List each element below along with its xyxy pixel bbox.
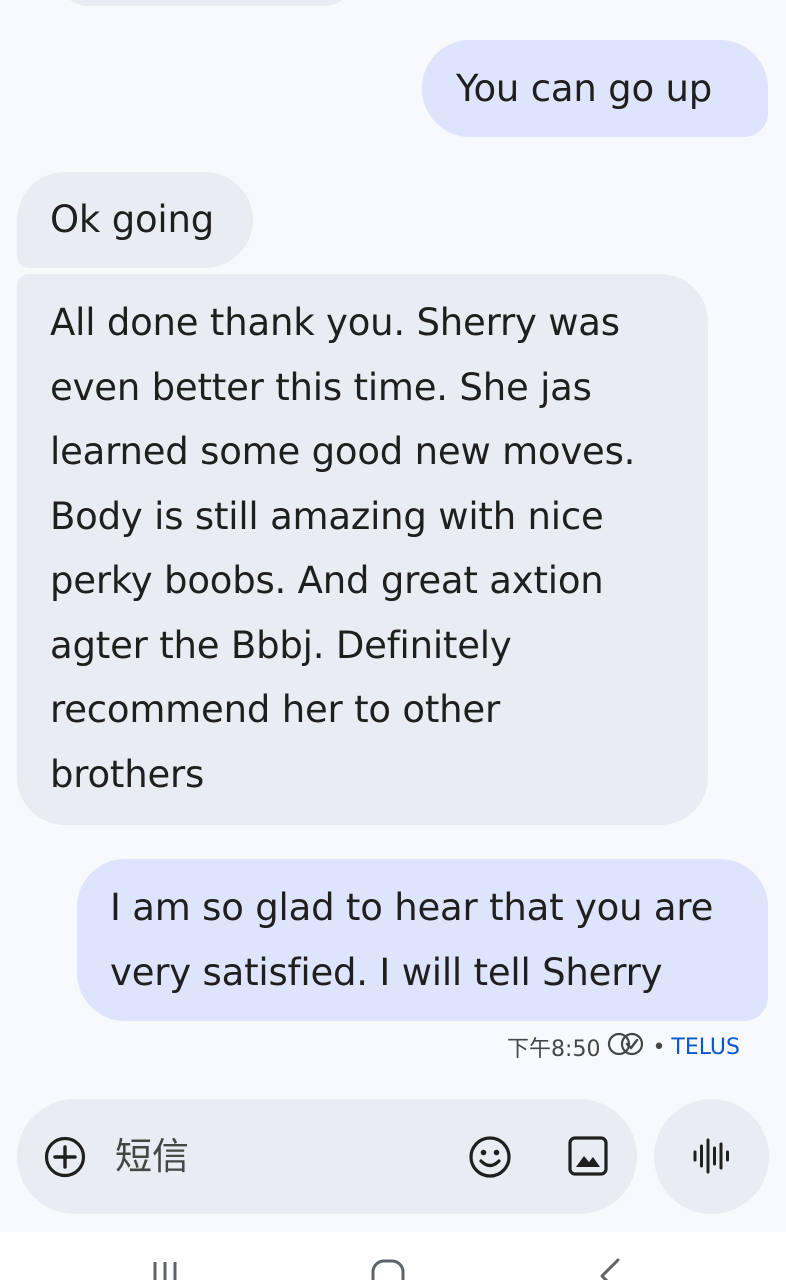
meta-separator: • xyxy=(652,1034,666,1060)
outgoing-message-bubble[interactable]: You can go up xyxy=(422,40,768,137)
home-icon[interactable] xyxy=(370,1256,406,1280)
message-line: learned some good new moves. xyxy=(50,430,636,473)
add-circle-icon[interactable] xyxy=(43,1135,87,1179)
message-text: Ok going xyxy=(50,198,215,241)
message-text: You can go up xyxy=(456,67,712,110)
incoming-message-bubble[interactable]: Ok going xyxy=(17,172,253,268)
message-line: recommend her to other xyxy=(50,688,500,731)
message-line: I am so glad to hear that you are xyxy=(110,886,714,929)
message-time: 下午8:50 xyxy=(507,1037,601,1062)
message-line: perky boobs. And great axtion xyxy=(50,559,604,602)
message-line: agter the Bbbj. Definitely xyxy=(50,623,512,667)
message-status: 下午8:50 • TELUS xyxy=(470,1030,740,1064)
carrier-label: TELUS xyxy=(671,1034,740,1060)
previous-message-bubble[interactable] xyxy=(58,0,354,6)
voice-message-button[interactable] xyxy=(654,1099,769,1214)
message-line: even better this time. She jas xyxy=(50,365,592,409)
back-icon[interactable] xyxy=(596,1256,624,1280)
conversation-thread: You can go up Ok going All done thank yo… xyxy=(0,0,786,1095)
message-line: very satisfied. I will tell Sherry xyxy=(110,950,663,994)
message-line: Body is still amazing with nice xyxy=(50,494,604,538)
delivered-read-icon xyxy=(606,1031,646,1063)
outgoing-message-bubble[interactable]: I am so glad to hear that you are very s… xyxy=(77,859,768,1021)
recent-apps-icon[interactable] xyxy=(150,1256,180,1280)
incoming-message-bubble[interactable]: All done thank you. Sherry was even bett… xyxy=(17,274,708,825)
message-line: All done thank you. Sherry was xyxy=(50,301,620,344)
system-navigation-bar xyxy=(0,1232,786,1280)
message-line: brothers xyxy=(50,752,205,796)
gallery-icon[interactable] xyxy=(567,1135,609,1177)
message-input[interactable]: 短信 xyxy=(115,1099,189,1214)
compose-bar: 短信 xyxy=(17,1099,637,1214)
emoji-icon[interactable] xyxy=(467,1134,513,1180)
